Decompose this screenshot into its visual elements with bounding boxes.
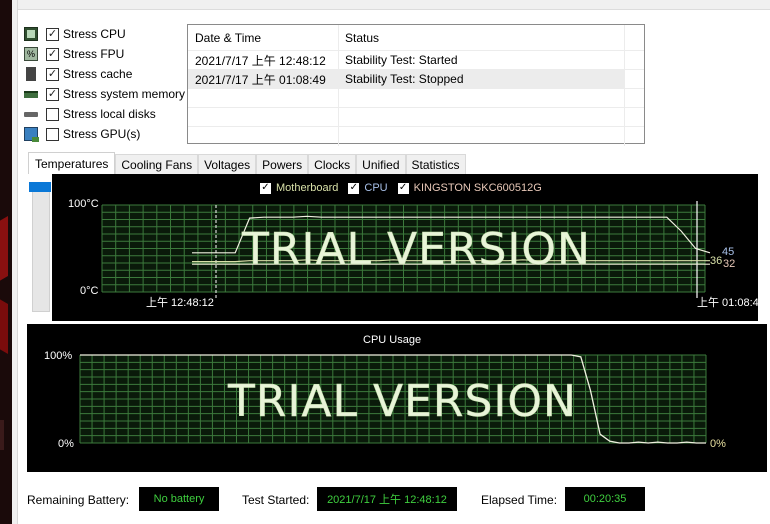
gpu-monitor-icon xyxy=(24,127,39,142)
stress-gpu-label: Stress GPU(s) xyxy=(63,127,141,141)
stress-cache-option[interactable]: ✓ Stress cache xyxy=(24,64,185,84)
stress-disks-label: Stress local disks xyxy=(63,107,156,121)
column-header-datetime[interactable]: Date & Time xyxy=(188,25,339,50)
tab-powers[interactable]: Powers xyxy=(256,154,309,174)
temp-x-start-label: 上午 12:48:12 xyxy=(146,297,214,309)
temp-y-max-label: 100°C xyxy=(68,198,99,210)
tab-temperatures[interactable]: Temperatures xyxy=(28,152,116,174)
temp-current-cpu: 45 xyxy=(722,246,735,258)
stress-cache-checkbox[interactable]: ✓ xyxy=(46,67,59,81)
stress-memory-label: Stress system memory xyxy=(63,87,186,101)
column-header-status[interactable]: Status xyxy=(339,25,625,50)
event-log-table[interactable]: Date & Time Status 2021/7/17 上午 12:48:12… xyxy=(187,24,645,146)
trial-watermark: TRIAL VERSION xyxy=(228,376,577,428)
table-row[interactable]: 2021/7/17 上午 01:08:49 Stability Test: St… xyxy=(188,70,644,89)
stress-memory-option[interactable]: ✓ Stress system memory xyxy=(24,84,185,104)
stress-cpu-label: Stress CPU xyxy=(63,27,126,41)
disk-drive-icon xyxy=(24,111,38,117)
temperature-legend: ✓ Motherboard ✓ CPU ✓ KINGSTON SKC600512… xyxy=(260,182,552,194)
table-row-empty xyxy=(188,108,644,127)
window-top-bar xyxy=(18,0,770,10)
cpu-usage-current: 0% xyxy=(710,438,726,450)
tab-voltages[interactable]: Voltages xyxy=(198,154,257,174)
fpu-percent-icon: % xyxy=(24,47,38,61)
legend-checkbox-kingston[interactable]: ✓ xyxy=(397,182,409,194)
cpu-chip-icon xyxy=(24,27,38,41)
tab-statistics[interactable]: Statistics xyxy=(405,154,466,174)
test-started-label: Test Started: xyxy=(242,493,310,507)
stress-fpu-checkbox[interactable]: ✓ xyxy=(46,47,59,61)
legend-label-kingston: KINGSTON SKC600512G xyxy=(413,182,542,194)
cpu-usage-title: CPU Usage xyxy=(363,334,422,346)
stress-cpu-checkbox[interactable]: ✓ xyxy=(46,27,59,41)
stress-fpu-option[interactable]: % ✓ Stress FPU xyxy=(24,44,185,64)
row-datetime: 2021/7/17 上午 12:48:12 xyxy=(188,51,339,69)
battery-label: Remaining Battery: xyxy=(27,493,130,507)
stress-options-list: ✓ Stress CPU % ✓ Stress FPU ✓ Stress cac… xyxy=(24,24,185,144)
legend-label-motherboard: Motherboard xyxy=(276,182,339,194)
trial-watermark: TRIAL VERSION xyxy=(242,224,591,276)
memory-module-icon xyxy=(24,90,38,98)
test-started-value: 2021/7/17 上午 12:48:12 xyxy=(317,487,457,511)
stress-cpu-option[interactable]: ✓ Stress CPU xyxy=(24,24,185,44)
sensor-list-scrollbar[interactable] xyxy=(32,182,50,312)
legend-checkbox-motherboard[interactable]: ✓ xyxy=(260,182,271,194)
legend-item-cpu[interactable]: ✓ CPU xyxy=(348,182,388,194)
stress-disks-option[interactable]: Stress local disks xyxy=(24,104,185,124)
elapsed-time-label: Elapsed Time: xyxy=(481,493,558,507)
legend-checkbox-cpu[interactable]: ✓ xyxy=(348,182,360,194)
cpu-y-max-label: 100% xyxy=(44,350,73,362)
table-row[interactable]: 2021/7/17 上午 12:48:12 Stability Test: St… xyxy=(188,51,644,70)
legend-label-cpu: CPU xyxy=(364,182,388,194)
temp-current-kingston: 32 xyxy=(723,258,736,270)
elapsed-time-value: 00:20:35 xyxy=(565,487,645,511)
battery-value: No battery xyxy=(139,487,219,511)
temp-x-end-label: 上午 01:08:49 xyxy=(697,297,765,309)
stress-cache-label: Stress cache xyxy=(63,67,133,81)
graph-tabs: Temperatures Cooling Fans Voltages Power… xyxy=(28,152,466,174)
temp-y-min-label: 0°C xyxy=(80,285,99,297)
stress-fpu-label: Stress FPU xyxy=(63,47,125,61)
stress-gpu-checkbox[interactable] xyxy=(46,127,59,141)
tab-clocks[interactable]: Clocks xyxy=(308,154,357,174)
window-left-border xyxy=(12,0,18,524)
row-status: Stability Test: Started xyxy=(339,51,625,69)
row-datetime: 2021/7/17 上午 01:08:49 xyxy=(188,70,339,88)
background-desktop-strip xyxy=(0,0,12,524)
stress-disks-checkbox[interactable] xyxy=(46,107,59,121)
tab-unified[interactable]: Unified xyxy=(356,154,406,174)
cache-chip-icon xyxy=(26,67,36,81)
row-status: Stability Test: Stopped xyxy=(339,70,625,88)
table-header: Date & Time Status xyxy=(188,25,644,51)
stress-memory-checkbox[interactable]: ✓ xyxy=(46,87,59,101)
table-row-empty xyxy=(188,89,644,108)
sensor-list-selected-item[interactable] xyxy=(29,182,51,192)
tab-cooling-fans[interactable]: Cooling Fans xyxy=(115,154,199,174)
legend-item-kingston[interactable]: ✓ KINGSTON SKC600512G xyxy=(397,182,542,194)
stress-gpu-option[interactable]: Stress GPU(s) xyxy=(24,124,185,144)
cpu-y-min-label: 0% xyxy=(58,438,74,450)
table-row-empty xyxy=(188,127,644,146)
temp-current-motherboard: 36 xyxy=(710,255,723,267)
legend-item-motherboard[interactable]: ✓ Motherboard xyxy=(260,182,338,194)
